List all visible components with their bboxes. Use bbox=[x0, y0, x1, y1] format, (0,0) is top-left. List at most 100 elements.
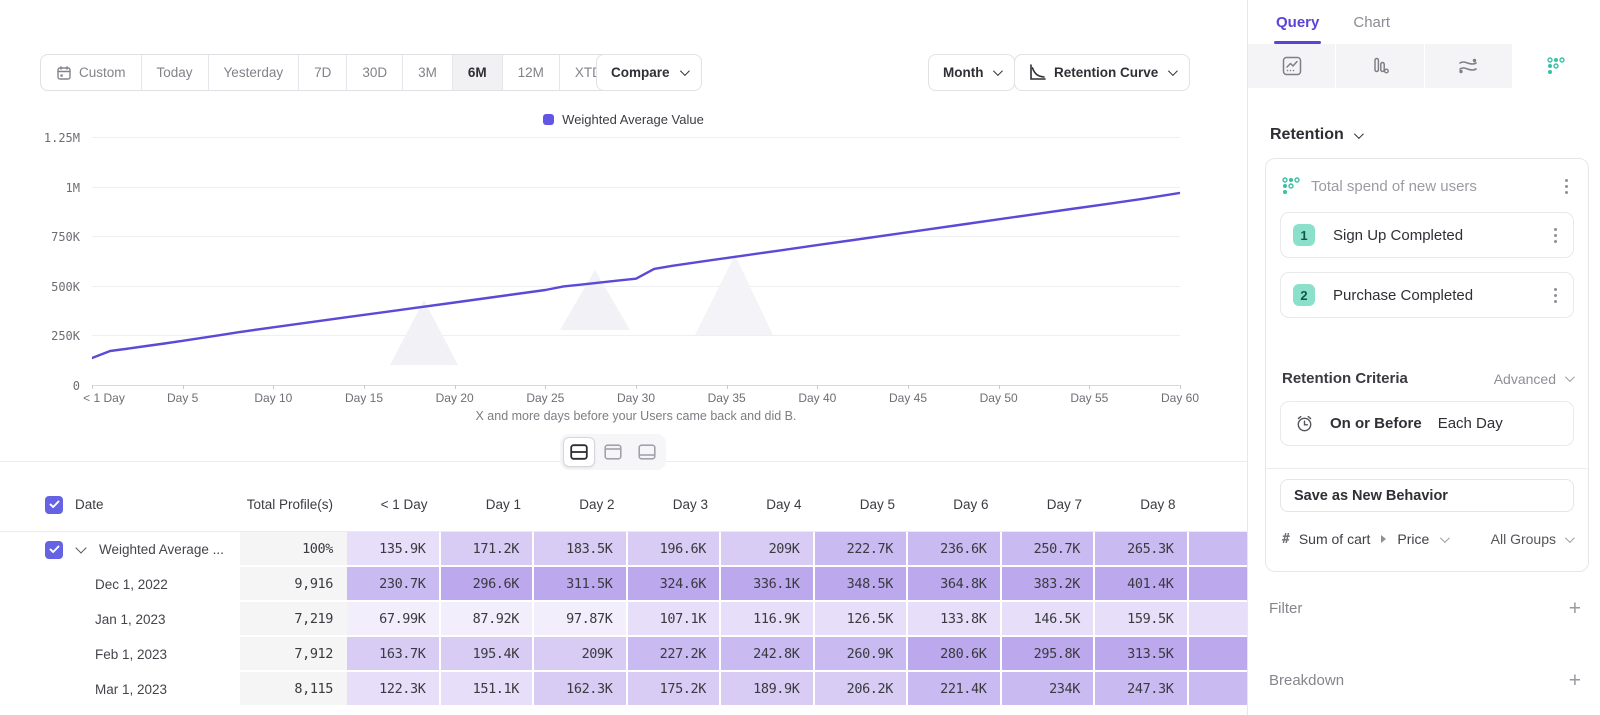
retention-value-cell[interactable]: 135.9K bbox=[347, 532, 441, 567]
advanced-dropdown[interactable]: Advanced bbox=[1494, 371, 1572, 387]
retention-value-cell[interactable]: 116.9K bbox=[721, 602, 815, 637]
retention-value-cell[interactable]: 122.3K bbox=[347, 672, 441, 707]
retention-value-cell[interactable]: 222.7K bbox=[815, 532, 909, 567]
day-column-header: Day 1 bbox=[441, 497, 535, 512]
all-groups-dropdown[interactable]: All Groups bbox=[1491, 531, 1572, 547]
retention-value-cell[interactable]: 209K bbox=[534, 637, 628, 672]
x-tick-mark bbox=[455, 385, 456, 389]
retention-value-cell[interactable]: 242.8K bbox=[721, 637, 815, 672]
range-12m[interactable]: 12M bbox=[503, 55, 560, 90]
retention-line-chart[interactable]: 1.25M1M750K500K250K0< 1 DayDay 5Day 10Da… bbox=[0, 137, 1247, 437]
retention-value-cell[interactable]: 97.87K bbox=[534, 602, 628, 637]
legend-label: Weighted Average Value bbox=[562, 112, 704, 127]
retention-value-cell[interactable]: 227.2K bbox=[628, 637, 722, 672]
retention-value-cell[interactable]: 295.8K bbox=[1002, 637, 1096, 672]
funnels-icon[interactable] bbox=[1336, 44, 1424, 88]
split-view-button[interactable] bbox=[563, 437, 595, 467]
retention-criteria-label: Retention Criteria bbox=[1282, 370, 1494, 387]
granularity-dropdown[interactable]: Month bbox=[928, 54, 1015, 91]
retention-value-cell[interactable]: 126.5K bbox=[815, 602, 909, 637]
behavior-step-1[interactable]: 1 Sign Up Completed bbox=[1280, 212, 1574, 258]
table-row[interactable]: Jan 1, 20237,21967.99K87.92K97.87K107.1K… bbox=[0, 602, 1247, 637]
retention-value-cell[interactable]: 230.7K bbox=[347, 567, 441, 602]
row-label: Feb 1, 2023 bbox=[95, 647, 167, 662]
add-breakdown-button[interactable]: + bbox=[1569, 670, 1581, 691]
kebab-menu-icon[interactable] bbox=[1559, 175, 1574, 198]
measure-property-dropdown[interactable]: # Sum of cart Price bbox=[1282, 531, 1491, 547]
retention-value-cell[interactable]: 250.7K bbox=[1002, 532, 1096, 567]
kebab-menu-icon[interactable] bbox=[1548, 224, 1563, 247]
save-as-new-behavior-button[interactable]: Save as New Behavior bbox=[1280, 479, 1574, 512]
retention-value-cell[interactable]: 247.3K bbox=[1095, 672, 1189, 707]
retention-value-cell[interactable]: 189.9K bbox=[721, 672, 815, 707]
tab-chart[interactable]: Chart bbox=[1353, 0, 1390, 44]
retention-value-cell[interactable]: 401.4K bbox=[1095, 567, 1189, 602]
add-filter-button[interactable]: + bbox=[1569, 598, 1581, 619]
card-divider bbox=[1266, 468, 1588, 469]
retention-value-cell[interactable]: 107.1K bbox=[628, 602, 722, 637]
day-column-header: Day 5 bbox=[815, 497, 909, 512]
day-column-header: Day 4 bbox=[721, 497, 815, 512]
retention-value-cell[interactable]: 336.1K bbox=[721, 567, 815, 602]
table-row[interactable]: Mar 1, 20238,115122.3K151.1K162.3K175.2K… bbox=[0, 672, 1247, 707]
retention-value-cell[interactable]: 196.6K bbox=[628, 532, 722, 567]
retention-value-cell[interactable]: 311.5K bbox=[534, 567, 628, 602]
range-today[interactable]: Today bbox=[142, 55, 209, 90]
retention-value-cell[interactable]: 175.2K bbox=[628, 672, 722, 707]
table-row[interactable]: Feb 1, 20237,912163.7K195.4K209K227.2K24… bbox=[0, 637, 1247, 672]
select-all-checkbox[interactable] bbox=[45, 496, 63, 514]
range-yesterday[interactable]: Yesterday bbox=[209, 55, 300, 90]
retention-value-cell[interactable]: 87.92K bbox=[441, 602, 535, 637]
behavior-step-2[interactable]: 2 Purchase Completed bbox=[1280, 272, 1574, 318]
retention-value-cell[interactable]: 159.5K bbox=[1095, 602, 1189, 637]
retention-section-header[interactable]: Retention bbox=[1270, 126, 1600, 144]
retention-icon[interactable] bbox=[1513, 44, 1600, 88]
compare-button[interactable]: Compare bbox=[596, 54, 702, 91]
chevron-down-icon bbox=[1440, 533, 1450, 543]
retention-value-cell[interactable]: 151.1K bbox=[441, 672, 535, 707]
retention-value-cell[interactable]: 209K bbox=[721, 532, 815, 567]
retention-value-cell[interactable]: 313.5K bbox=[1095, 637, 1189, 672]
retention-value-cell[interactable]: 133.8K bbox=[908, 602, 1002, 637]
range-6m[interactable]: 6M bbox=[453, 55, 503, 90]
x-axis-tick: Day 30 bbox=[617, 391, 655, 405]
retention-value-cell[interactable]: 171.2K bbox=[441, 532, 535, 567]
retention-value-cell[interactable]: 383.2K bbox=[1002, 567, 1096, 602]
flows-icon[interactable] bbox=[1425, 44, 1513, 88]
row-checkbox[interactable] bbox=[45, 541, 63, 559]
tab-query[interactable]: Query bbox=[1276, 0, 1319, 44]
table-bottom-view-button[interactable] bbox=[631, 437, 663, 467]
table-row[interactable]: Dec 1, 20229,916230.7K296.6K311.5K324.6K… bbox=[0, 567, 1247, 602]
retention-value-cell[interactable]: 280.6K bbox=[908, 637, 1002, 672]
retention-value-cell[interactable]: 260.9K bbox=[815, 637, 909, 672]
retention-value-cell[interactable]: 183.5K bbox=[534, 532, 628, 567]
retention-value-cell[interactable]: 348.5K bbox=[815, 567, 909, 602]
table-row[interactable]: Weighted Average ...100%135.9K171.2K183.… bbox=[0, 532, 1247, 567]
insights-icon[interactable] bbox=[1248, 44, 1336, 88]
retention-value-cell[interactable]: 163.7K bbox=[347, 637, 441, 672]
day-column-header: Day 7 bbox=[1002, 497, 1096, 512]
retention-value-cell[interactable]: 195.4K bbox=[441, 637, 535, 672]
retention-value-cell[interactable]: 364.8K bbox=[908, 567, 1002, 602]
retention-value-cell[interactable]: 67.99K bbox=[347, 602, 441, 637]
expand-chevron-icon[interactable] bbox=[75, 542, 86, 553]
range-custom[interactable]: Custom bbox=[41, 55, 142, 90]
retention-value-cell[interactable]: 324.6K bbox=[628, 567, 722, 602]
retention-value-cell[interactable]: 221.4K bbox=[908, 672, 1002, 707]
retention-value-cell[interactable]: 296.6K bbox=[441, 567, 535, 602]
retention-value-cell[interactable]: 234K bbox=[1002, 672, 1096, 707]
retention-condition[interactable]: On or Before Each Day bbox=[1280, 401, 1574, 446]
retention-value-cell[interactable]: 236.6K bbox=[908, 532, 1002, 567]
retention-value-cell[interactable]: 206.2K bbox=[815, 672, 909, 707]
retention-value-cell[interactable]: 162.3K bbox=[534, 672, 628, 707]
range-3m[interactable]: 3M bbox=[403, 55, 453, 90]
range-30d[interactable]: 30D bbox=[347, 55, 403, 90]
chevron-down-icon bbox=[1565, 372, 1575, 382]
retention-value-cell[interactable]: 265.3K bbox=[1095, 532, 1189, 567]
retention-value-cell[interactable]: 146.5K bbox=[1002, 602, 1096, 637]
range-7d[interactable]: 7D bbox=[299, 55, 347, 90]
table-top-view-button[interactable] bbox=[597, 437, 629, 467]
chart-type-dropdown[interactable]: Retention Curve bbox=[1014, 54, 1190, 91]
kebab-menu-icon[interactable] bbox=[1548, 284, 1563, 307]
x-axis-tick: Day 35 bbox=[708, 391, 746, 405]
